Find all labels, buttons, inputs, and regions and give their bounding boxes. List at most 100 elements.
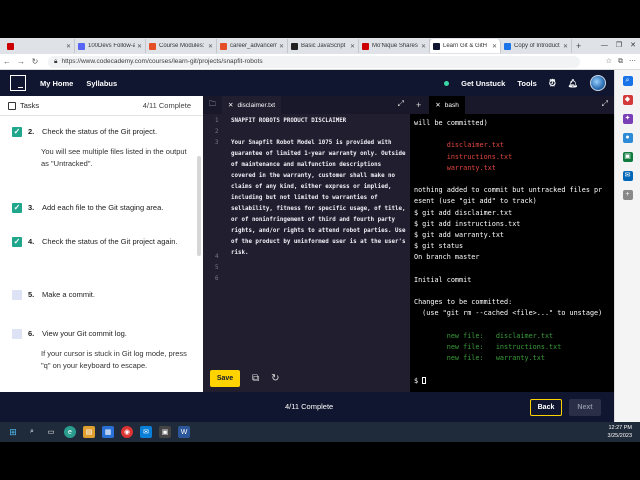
codecademy-logo[interactable]	[10, 75, 26, 91]
close-tab-icon[interactable]: ✕	[208, 43, 213, 50]
terminal-line: warranty.txt	[414, 163, 614, 174]
browser-tab[interactable]: Course Modules: ✕	[146, 39, 217, 53]
expand-editor-icon[interactable]: ⤢	[398, 99, 404, 109]
browser-tab[interactable]: 100Devs Follow-a ✕	[75, 39, 146, 53]
new-tab-button[interactable]: +	[572, 41, 585, 51]
task-note: You will see multiple files listed in th…	[41, 147, 187, 168]
tools-icon[interactable]: ✦	[622, 114, 633, 124]
taskbar-clock[interactable]: 12:27 PM 3/25/2023	[608, 424, 632, 440]
tools-button[interactable]: Tools	[517, 79, 536, 88]
outlook-icon[interactable]: ✉	[622, 171, 633, 181]
task-number: 5.	[28, 290, 35, 299]
back-arrow-icon[interactable]: ←	[0, 57, 14, 66]
terminal-line-text: nothing added to commit but untracked fi…	[414, 186, 603, 195]
close-tab-icon[interactable]: ✕	[279, 43, 284, 50]
avatar[interactable]	[590, 75, 606, 91]
close-tab-icon[interactable]: ✕	[137, 43, 142, 50]
next-button[interactable]: Next	[569, 399, 601, 416]
minimize-icon[interactable]: —	[601, 38, 608, 54]
app-icon[interactable]: ▣	[159, 426, 171, 438]
forward-arrow-icon[interactable]: →	[14, 57, 28, 66]
maximize-icon[interactable]: ❐	[616, 38, 622, 54]
line-number: 6	[215, 276, 219, 282]
editor-actions: Save ⧉ ↻	[203, 364, 410, 392]
syllabus-link[interactable]: Syllabus	[86, 79, 117, 88]
browser-tab[interactable]: career_advancem ✕	[217, 39, 288, 53]
extensions-icon[interactable]: ⧉	[618, 54, 623, 70]
line-number: 5	[215, 265, 219, 271]
task-text: Check the status of the Git project.	[42, 127, 158, 136]
screen: ✕ 100Devs Follow-a ✕ Course Modules: ✕ career…	[0, 0, 640, 480]
close-tab-icon[interactable]: ✕	[228, 101, 233, 109]
browser-tab[interactable]: Copy of Introduct ✕	[501, 39, 572, 53]
more-menu-icon[interactable]: ⋯	[629, 54, 636, 70]
terminal-line-text: $ git add instructions.txt	[414, 219, 521, 228]
my-home-link[interactable]: My Home	[40, 79, 73, 88]
new-terminal-icon[interactable]: +	[416, 100, 421, 110]
close-tab-icon[interactable]: ✕	[421, 43, 426, 50]
task-note: If your cursor is stuck in Git log mode,…	[41, 349, 187, 370]
browser-tab[interactable]: ✕	[4, 39, 75, 53]
close-tab-icon[interactable]: ✕	[66, 43, 71, 50]
task-checkbox	[12, 329, 22, 339]
browser-tab-title: Course Modules:	[159, 43, 205, 49]
lesson-footer: 4/11 Complete Back Next	[0, 392, 614, 422]
terminal-line-text: disclaimer.txt	[414, 141, 505, 150]
letterbox-bottom	[0, 442, 640, 480]
word-icon[interactable]: W	[178, 426, 190, 438]
edge-taskbar-icon[interactable]: e	[64, 426, 76, 438]
task-item: ✓ 4. Check the status of the Git project a…	[12, 236, 192, 248]
chrome-icon[interactable]: ◉	[121, 426, 133, 438]
editor-file-tab[interactable]: ✕ disclaimer.txt	[222, 96, 282, 114]
copy-icon[interactable]: ⧉	[252, 373, 259, 384]
store-icon[interactable]: ▦	[102, 426, 114, 438]
reload-icon[interactable]: ↻	[28, 57, 42, 66]
folder-icon[interactable]: 🗀︎	[209, 100, 216, 111]
games-icon[interactable]: ●	[622, 133, 633, 143]
alarm-clock-icon[interactable]: ⏰︎	[549, 78, 556, 89]
terminal-panel[interactable]: + ✕ bash ⤢ will be committed) disclaimer…	[410, 96, 614, 392]
close-tab-icon[interactable]: ✕	[563, 43, 568, 50]
codecademy-icon	[433, 42, 440, 50]
favorites-star-icon[interactable]: ☆	[606, 54, 612, 70]
instructions-scrollbar[interactable]	[197, 156, 201, 256]
task-item: ✓ 3. Add each file to the Git staging area…	[12, 202, 192, 214]
add-sidebar-icon[interactable]: +	[622, 190, 633, 200]
doc-icon	[504, 42, 511, 50]
refresh-icon[interactable]: ↻	[271, 373, 279, 384]
terminal-tab[interactable]: ✕ bash	[429, 96, 465, 114]
mail-icon[interactable]: ✉	[140, 426, 152, 438]
expand-terminal-icon[interactable]: ⤢	[602, 99, 608, 109]
terminal-line: $ git status	[414, 241, 614, 252]
terminal-line-text: will be committed)	[414, 119, 488, 127]
browser-tab[interactable]: Mo'Nique Shares ✕	[359, 39, 430, 53]
get-unstuck-button[interactable]: Get Unstuck	[461, 79, 505, 88]
close-terminal-icon[interactable]: ✕	[435, 101, 440, 109]
shopping-icon[interactable]: ◆	[622, 95, 633, 105]
editor-file-name: disclaimer.txt	[237, 101, 276, 109]
browser-tab[interactable]: Learn Git & GitH ✕	[430, 39, 501, 53]
office-icon[interactable]: ▣	[622, 152, 633, 162]
course-icon	[220, 42, 227, 50]
browser-tab[interactable]: Basic JavaScript ✕	[288, 39, 359, 53]
notification-bell-icon[interactable]: 🔔︎	[568, 79, 578, 88]
file-explorer-icon[interactable]: ▤	[83, 426, 95, 438]
close-tab-icon[interactable]: ✕	[350, 43, 355, 50]
close-window-icon[interactable]: ✕	[630, 38, 636, 54]
terminal-line: disclaimer.txt	[414, 140, 614, 151]
close-tab-icon[interactable]: ✕	[492, 43, 497, 50]
terminal-line: new file: warranty.txt	[414, 353, 614, 364]
save-button[interactable]: Save	[210, 369, 240, 387]
windows-start-icon[interactable]: ⊞	[7, 426, 19, 438]
instructions-panel: Tasks 4/11 Complete ✓ 2. Check the status …	[0, 96, 203, 392]
back-button[interactable]: Back	[530, 399, 562, 416]
task-view-icon[interactable]: ▭	[45, 426, 57, 438]
terminal-cursor	[422, 377, 427, 385]
search-icon[interactable]: ⌕	[622, 76, 633, 86]
terminal-line-text: $ git status	[414, 242, 464, 251]
search-taskbar-icon[interactable]: ⌕	[26, 426, 38, 438]
url-field[interactable]: 🔒︎ https://www.codecademy.com/courses/le…	[48, 55, 580, 68]
status-dot-icon	[444, 80, 450, 86]
task-number: 2.	[28, 127, 35, 136]
terminal-line: Changes to be committed:	[414, 297, 614, 308]
